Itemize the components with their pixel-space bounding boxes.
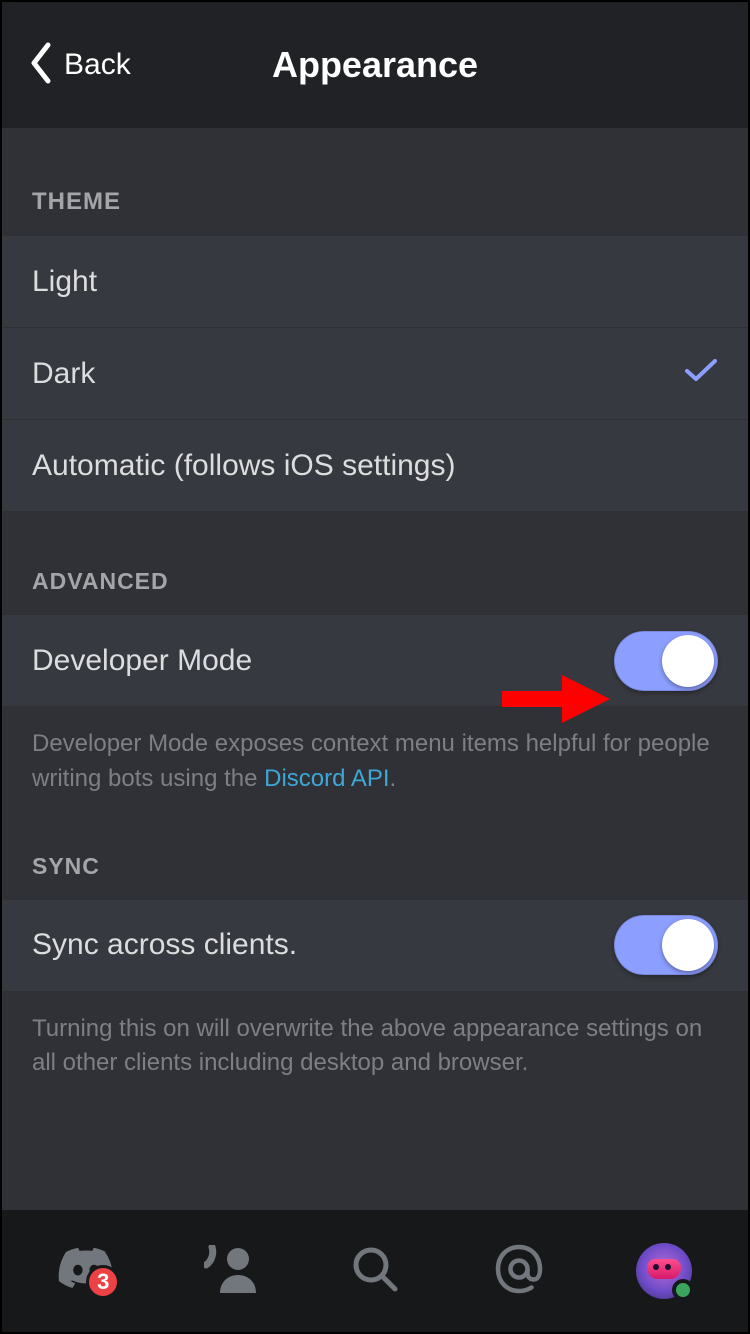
theme-option-label: Dark xyxy=(32,357,95,391)
section-header-sync: SYNC xyxy=(2,797,748,900)
tab-friends[interactable] xyxy=(195,1235,267,1307)
back-button[interactable]: Back xyxy=(2,41,131,90)
status-online-icon xyxy=(672,1279,694,1301)
tab-search[interactable] xyxy=(339,1235,411,1307)
sync-clients-row[interactable]: Sync across clients. xyxy=(2,900,748,992)
theme-option-label: Light xyxy=(32,265,97,299)
check-icon xyxy=(684,357,718,391)
developer-mode-row[interactable]: Developer Mode xyxy=(2,615,748,707)
header-bar: Back Appearance xyxy=(2,2,748,128)
sync-clients-label: Sync across clients. xyxy=(32,928,297,962)
back-label: Back xyxy=(64,48,131,82)
theme-option-automatic[interactable]: Automatic (follows iOS settings) xyxy=(2,420,748,512)
developer-mode-toggle[interactable] xyxy=(614,631,718,691)
developer-mode-label: Developer Mode xyxy=(32,644,252,678)
tab-home[interactable]: 3 xyxy=(50,1235,122,1307)
search-icon xyxy=(351,1245,399,1298)
sync-clients-toggle[interactable] xyxy=(614,915,718,975)
chevron-left-icon xyxy=(28,41,54,90)
developer-mode-description: Developer Mode exposes context menu item… xyxy=(2,707,748,797)
sync-clients-description: Turning this on will overwrite the above… xyxy=(2,992,748,1082)
theme-option-light[interactable]: Light xyxy=(2,236,748,328)
tab-mentions[interactable] xyxy=(483,1235,555,1307)
tab-profile[interactable] xyxy=(628,1235,700,1307)
at-sign-icon xyxy=(494,1244,544,1299)
theme-option-label: Automatic (follows iOS settings) xyxy=(32,449,455,483)
friends-icon xyxy=(204,1245,258,1298)
tab-bar: 3 xyxy=(2,1210,748,1332)
section-header-theme: THEME xyxy=(2,128,748,236)
theme-option-dark[interactable]: Dark xyxy=(2,328,748,420)
section-header-advanced: ADVANCED xyxy=(2,512,748,615)
avatar xyxy=(636,1243,692,1299)
discord-api-link[interactable]: Discord API xyxy=(264,765,389,792)
desc-text: . xyxy=(390,765,397,792)
notification-badge: 3 xyxy=(86,1265,120,1299)
